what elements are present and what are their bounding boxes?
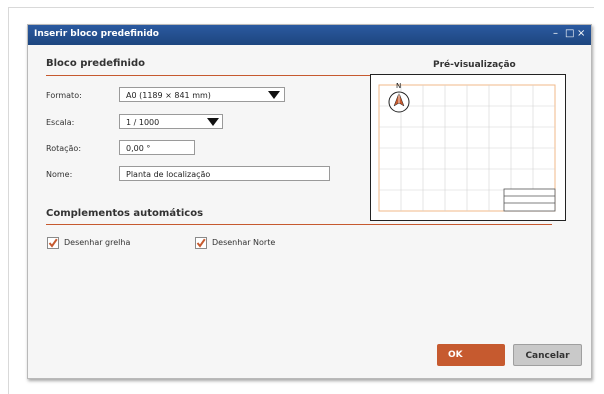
rotation-label: Rotação: xyxy=(46,144,82,153)
format-select[interactable]: A0 (1189 × 841 mm) xyxy=(119,87,285,102)
preview-title: Pré-visualização xyxy=(433,60,516,70)
background-frame-left xyxy=(8,7,9,394)
format-dropdown-arrow-icon[interactable] xyxy=(268,91,280,99)
background-frame-top xyxy=(8,7,594,8)
dialog-titlebar[interactable]: Inserir bloco predefinido – □ × xyxy=(28,25,591,45)
format-value: A0 (1189 × 841 mm) xyxy=(126,91,211,100)
addons-section-title: Complementos automáticos xyxy=(46,208,204,219)
draw-grid-label[interactable]: Desenhar grelha xyxy=(64,238,130,247)
cancel-button[interactable]: Cancelar xyxy=(513,344,582,366)
format-label: Formato: xyxy=(46,91,82,100)
maximize-button[interactable]: □ xyxy=(565,27,574,41)
title-block xyxy=(503,188,556,212)
checkmark-icon xyxy=(196,238,206,248)
block-section-title: Bloco predefinido xyxy=(46,58,145,69)
scale-dropdown-arrow-icon[interactable] xyxy=(207,118,219,126)
preview-sheet: N xyxy=(378,82,556,212)
name-input[interactable]: Planta de localização xyxy=(119,166,330,181)
name-value: Planta de localização xyxy=(126,170,211,179)
block-section-divider xyxy=(46,75,379,76)
scale-label: Escala: xyxy=(46,118,75,127)
preview-panel: N xyxy=(370,74,566,221)
dialog-title: Inserir bloco predefinido xyxy=(34,29,159,39)
addons-section-divider xyxy=(46,224,552,225)
north-label: N xyxy=(396,82,401,90)
draw-north-checkbox[interactable] xyxy=(195,237,207,249)
ok-button[interactable]: OK xyxy=(437,344,505,366)
rotation-input[interactable]: 0,00 ° xyxy=(119,140,195,155)
scale-value: 1 / 1000 xyxy=(126,118,160,127)
rotation-value: 0,00 ° xyxy=(126,144,151,153)
name-label: Nome: xyxy=(46,170,73,179)
draw-grid-checkbox[interactable] xyxy=(47,237,59,249)
close-button[interactable]: × xyxy=(577,27,585,41)
checkmark-icon xyxy=(48,238,58,248)
minimize-button[interactable]: – xyxy=(553,27,558,41)
draw-north-label[interactable]: Desenhar Norte xyxy=(212,238,275,247)
north-arrow-icon xyxy=(388,91,410,113)
insert-block-dialog: Inserir bloco predefinido – □ × Bloco pr… xyxy=(27,24,592,379)
